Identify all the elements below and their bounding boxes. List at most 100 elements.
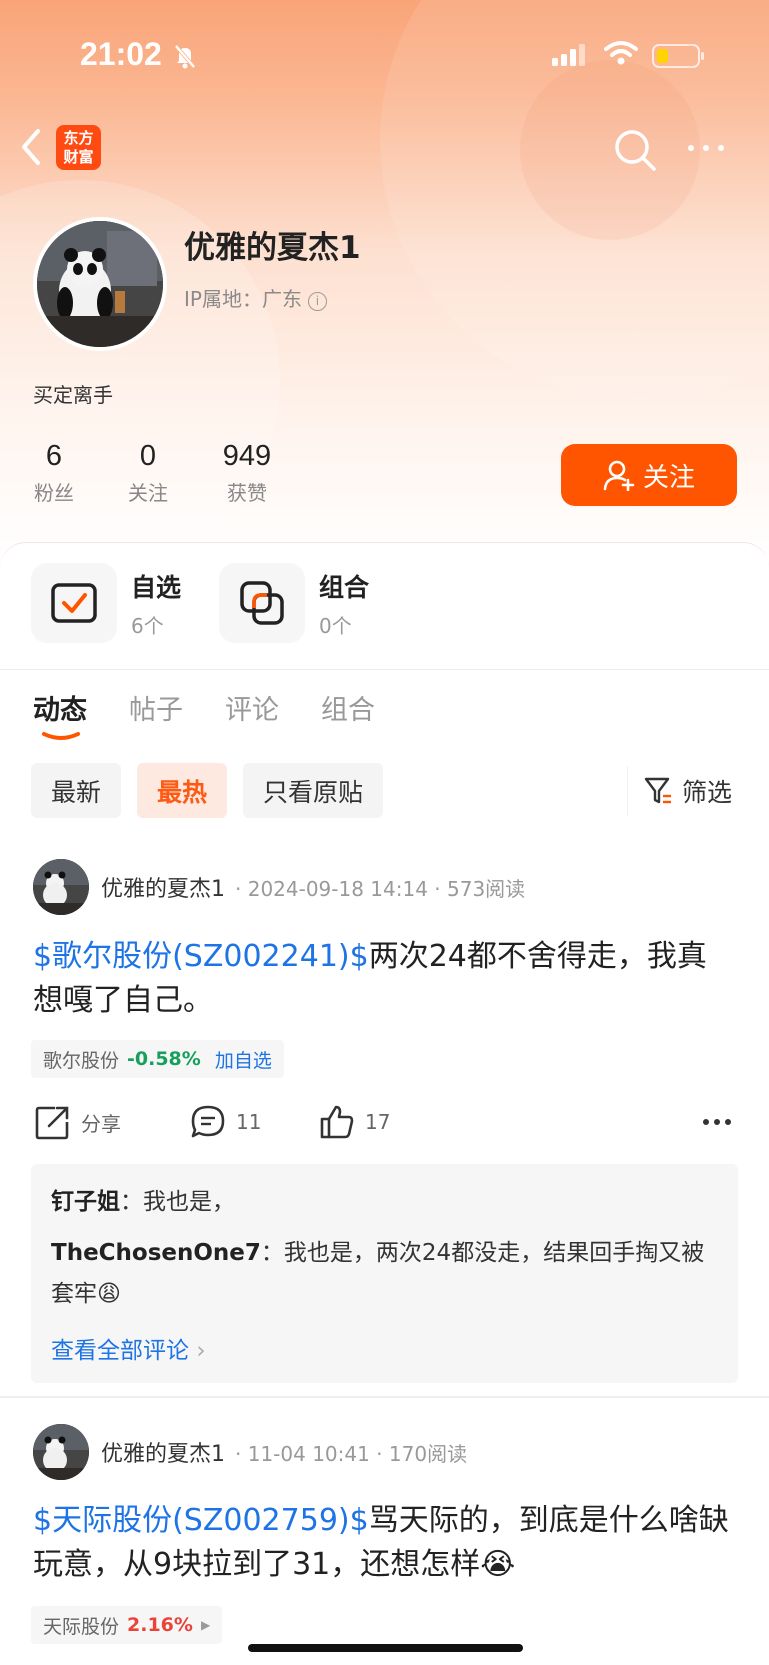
stat-following[interactable]: 0 关注 <box>126 440 170 506</box>
post-1-actions: 分享 11 17 <box>33 1097 735 1147</box>
share-button[interactable]: 分享 <box>35 1097 121 1147</box>
battery-icon <box>652 44 704 68</box>
watchlist-icon-box <box>31 563 117 643</box>
share-label: 分享 <box>81 1111 121 1136</box>
portfolio-icon <box>240 581 284 625</box>
like-button[interactable]: 17 <box>319 1097 390 1147</box>
filter-hottest[interactable]: 最热 <box>137 763 228 818</box>
comment-item[interactable]: 钉子姐：我也是， <box>51 1182 718 1223</box>
sort-filters: 最新 最热 只看原贴 <box>31 763 384 818</box>
comment-text: 我也是， <box>143 1189 235 1215</box>
post-1-stock-chip[interactable]: 歌尔股份 -0.58% 加自选 <box>31 1040 284 1078</box>
logo-line2: 财富 <box>63 148 94 166</box>
comment-item[interactable]: TheChosenOne7：我也是，两次24都没走，结果回手掏又被套牢😩 <box>51 1233 718 1315</box>
add-to-watchlist-link[interactable]: 加自选 <box>215 1046 272 1073</box>
tab-posts[interactable]: 帖子 <box>129 688 183 727</box>
post-more-button[interactable] <box>702 1097 732 1147</box>
chevron-right-icon: › <box>196 1338 206 1364</box>
comment-icon <box>191 1105 225 1138</box>
ip-location-text: IP属地：广东 <box>184 287 302 311</box>
signal-icon <box>552 44 585 66</box>
stat-following-value: 0 <box>139 440 157 472</box>
profile-username: 优雅的夏杰1 <box>184 230 361 266</box>
profile-avatar[interactable] <box>33 217 167 351</box>
post-2-header[interactable]: 优雅的夏杰1 · 11-04 10:41 · 170阅读 <box>33 1424 467 1480</box>
mute-bell-icon <box>174 44 196 69</box>
stat-likes-label: 获赞 <box>227 481 267 505</box>
watchlist-card[interactable]: 自选 6个 <box>31 563 181 643</box>
portfolio-title: 组合 <box>319 572 370 602</box>
top-nav: 东方 财富 <box>0 115 769 175</box>
stat-fans-label: 粉丝 <box>34 481 74 505</box>
post-1-comments: 钉子姐：我也是， TheChosenOne7：我也是，两次24都没走，结果回手掏… <box>31 1164 738 1383</box>
wifi-icon <box>604 41 638 65</box>
content-tabs: 动态 帖子 评论 组合 <box>33 688 375 740</box>
logo-line1: 东方 <box>63 129 94 147</box>
panda-avatar-image <box>37 221 163 347</box>
post-1-avatar[interactable] <box>33 859 89 915</box>
portfolio-card[interactable]: 组合 0个 <box>219 563 369 643</box>
filter-button[interactable]: 筛选 <box>627 766 732 816</box>
comment-user[interactable]: 钉子姐 <box>51 1189 120 1215</box>
stat-likes[interactable]: 949 获赞 <box>216 440 278 506</box>
filter-button-label: 筛选 <box>682 778 733 807</box>
search-icon[interactable] <box>612 127 658 173</box>
tab-activity-label: 动态 <box>33 695 87 726</box>
post-2-avatar[interactable] <box>33 1424 89 1480</box>
stat-likes-value: 949 <box>222 440 272 472</box>
post-1-body[interactable]: $歌尔股份(SZ002241)$两次24都不舍得走，我真想嘎了自己。 <box>33 935 733 1023</box>
like-count: 17 <box>365 1110 391 1134</box>
filter-original-only[interactable]: 只看原贴 <box>243 763 384 818</box>
stat-following-label: 关注 <box>128 481 168 505</box>
see-all-label: 查看全部评论 <box>51 1338 189 1364</box>
info-icon[interactable]: i <box>307 292 327 311</box>
comment-button[interactable]: 11 <box>190 1097 261 1147</box>
play-triangle-icon: ▶ <box>200 1618 211 1632</box>
filter-latest[interactable]: 最新 <box>31 763 122 818</box>
more-dots-icon <box>703 1119 731 1125</box>
more-menu-icon[interactable] <box>686 143 726 153</box>
post-1-chip-change: -0.58% <box>127 1048 201 1070</box>
post-1-header[interactable]: 优雅的夏杰1 · 2024-09-18 14:14 · 573阅读 <box>33 859 525 915</box>
checkbox-icon <box>51 583 97 623</box>
follow-button[interactable]: 关注 <box>561 444 737 506</box>
app-logo: 东方 财富 <box>56 125 101 170</box>
funnel-icon <box>644 777 671 804</box>
ip-location: IP属地：广东 i <box>184 283 327 312</box>
post-separator <box>0 1396 769 1398</box>
post-2-meta: · 11-04 10:41 · 170阅读 <box>235 1441 468 1466</box>
post-2-stock-chip[interactable]: 天际股份 2.16% ▶ <box>31 1606 223 1644</box>
post-1-chip-name: 歌尔股份 <box>43 1049 120 1072</box>
share-icon <box>35 1106 69 1140</box>
tab-comments[interactable]: 评论 <box>225 688 279 727</box>
back-arrow-icon[interactable] <box>18 125 44 169</box>
post-1-meta: · 2024-09-18 14:14 · 573阅读 <box>235 876 526 901</box>
tab-activity[interactable]: 动态 <box>33 688 87 740</box>
status-bar: 21:02 <box>0 0 769 110</box>
post-1-stock-tag[interactable]: $歌尔股份(SZ002241)$ <box>33 939 369 974</box>
thumbs-up-icon <box>320 1105 354 1139</box>
status-time: 21:02 <box>80 36 162 72</box>
stat-fans-value: 6 <box>45 440 63 472</box>
portfolio-icon-box <box>219 563 305 643</box>
post-2-body[interactable]: $天际股份(SZ002759)$骂天际的，到底是什么啥缺玩意，从9块拉到了31，… <box>33 1499 733 1587</box>
comment-count: 11 <box>236 1110 262 1134</box>
stat-fans[interactable]: 6 粉丝 <box>32 440 76 506</box>
follow-button-label: 关注 <box>642 462 695 493</box>
comment-user[interactable]: TheChosenOne7 <box>51 1240 261 1266</box>
panda-avatar-image <box>33 859 89 915</box>
post-2-chip-name: 天际股份 <box>43 1615 120 1638</box>
see-all-comments-link[interactable]: 查看全部评论 › <box>51 1331 718 1365</box>
profile-bio: 买定离手 <box>33 383 113 407</box>
watchlist-title: 自选 <box>131 572 182 602</box>
post-2-chip-change: 2.16% <box>127 1614 193 1636</box>
panda-avatar-image <box>33 1424 89 1480</box>
watchlist-count: 6个 <box>131 613 164 638</box>
post-2-stock-tag[interactable]: $天际股份(SZ002759)$ <box>33 1503 369 1538</box>
post-1-author[interactable]: 优雅的夏杰1 <box>101 871 225 903</box>
tab-portfolio[interactable]: 组合 <box>321 688 375 727</box>
quick-card-panel: 自选 6个 组合 0个 <box>0 542 769 670</box>
home-indicator[interactable] <box>248 1644 523 1652</box>
portfolio-count: 0个 <box>319 613 352 638</box>
post-2-author[interactable]: 优雅的夏杰1 <box>101 1436 225 1468</box>
